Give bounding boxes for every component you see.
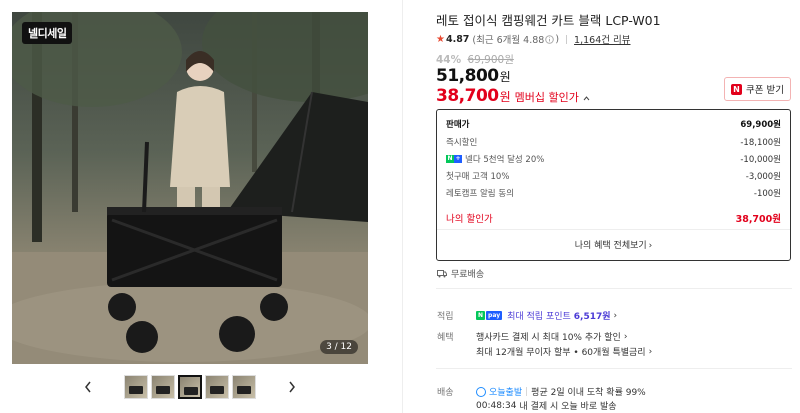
product-gallery: 넬디세일 3 / 12 — [12, 12, 368, 399]
breakdown-row: N + 넬다 5천억 달성 20% -10,000원 — [446, 153, 781, 165]
thumbnail-3[interactable] — [178, 375, 202, 399]
total-label: 나의 할인가 — [446, 214, 493, 225]
shipping-label: 무료배송 — [451, 270, 485, 280]
chevron-right-icon: › — [648, 241, 653, 251]
thumb-prev-button[interactable] — [80, 375, 96, 399]
separator — [566, 34, 568, 44]
breakdown-label: 첫구매 고객 10% — [446, 172, 510, 182]
price-breakdown-box: 판매가 69,900원 즉시할인 -18,100원 N + 넬다 5천억 달성 2… — [436, 109, 791, 261]
total-value: 38,700원 — [735, 214, 781, 225]
all-benefits-button[interactable]: 나의 혜택 전체보기 › — [437, 238, 790, 251]
shipping-row: 무료배송 — [437, 267, 484, 280]
original-price: 69,900원 — [467, 54, 514, 66]
rating-recent: (최근 6개월 4.88 — [472, 35, 545, 46]
column-divider — [402, 0, 403, 413]
caret-up-icon — [583, 96, 590, 101]
rating-value: 4.87 — [445, 33, 470, 45]
info-icon[interactable] — [545, 34, 555, 44]
delivery-info: 오늘출발 | 평균 2일 이내 도착 확률 99% — [476, 385, 646, 398]
sale-price-row: 51,800원 — [436, 66, 511, 86]
benefit-label: 혜택 — [437, 333, 454, 343]
breakdown-label: 넬다 5천억 달성 20% — [465, 155, 545, 165]
breakdown-row: 즉시할인 -18,100원 — [446, 136, 781, 148]
star-icon: ★ — [436, 33, 445, 45]
benefit-installment-link[interactable]: 최대 12개월 무이자 할부 • 60개월 특별금리 › — [476, 345, 653, 359]
points-label: 적립 — [437, 312, 454, 322]
coupon-button[interactable]: N 쿠폰 받기 — [724, 77, 791, 101]
member-price-label: 멤버십 할인가 — [514, 91, 579, 104]
photo-scene — [12, 12, 368, 364]
thumbnail-strip — [12, 372, 368, 402]
breakdown-label: 레토캠프 알림 동의 — [446, 189, 514, 199]
points-text: 최대 적립 포인트 — [507, 312, 571, 322]
chevron-right-icon: › — [648, 346, 653, 357]
rating-recent-close: ) — [555, 33, 560, 45]
delivery-label: 배송 — [437, 388, 454, 398]
chevron-right-icon: › — [613, 310, 618, 321]
rating-row: ★ 4.87 (최근 6개월 4.88 ) 1,164건 리뷰 — [436, 32, 630, 47]
review-count-link[interactable]: 1,164건 리뷰 — [574, 32, 630, 46]
coupon-button-label: 쿠폰 받기 — [746, 85, 784, 96]
chevron-right-icon — [289, 381, 295, 393]
thumb-next-button[interactable] — [284, 375, 300, 399]
benefit-card-link[interactable]: 행사카드 결제 시 최대 10% 추가 할인 › — [476, 330, 628, 344]
breakdown-value: -18,100원 — [740, 138, 781, 148]
sale-price-unit: 원 — [499, 70, 511, 84]
chevron-left-icon — [85, 381, 91, 393]
delivery-text: 평균 2일 이내 도착 확률 99% — [531, 388, 646, 398]
thumbnail-1[interactable] — [124, 375, 148, 399]
express-label: 오늘출발 — [489, 388, 523, 398]
breakdown-value: -100원 — [753, 189, 781, 199]
breakdown-row: 판매가 69,900원 — [446, 118, 781, 130]
discount-percent: 44% — [436, 54, 462, 66]
points-amount: 6,517원 — [573, 312, 611, 322]
all-benefits-label: 나의 혜택 전체보기 — [574, 241, 647, 251]
member-price: 38,700 — [436, 86, 499, 106]
section-divider — [436, 368, 792, 369]
countdown-text: 내 결제 시 오늘 바로 발송 — [519, 402, 617, 412]
breakdown-value: -3,000원 — [745, 172, 781, 182]
breakdown-value: 69,900원 — [740, 120, 781, 130]
breakdown-label: 판매가 — [446, 120, 470, 130]
separator: | — [525, 386, 529, 397]
thumbnail-2[interactable] — [151, 375, 175, 399]
benefit-line-1: 행사카드 결제 시 최대 10% 추가 할인 — [476, 333, 621, 343]
delivery-countdown: 00:48:34 내 결제 시 오늘 바로 발송 — [476, 399, 617, 413]
sale-price: 51,800 — [436, 66, 499, 86]
section-divider — [436, 288, 792, 289]
sale-badge: 넬디세일 — [22, 22, 73, 44]
naver-pay-icon: Npay — [476, 311, 503, 320]
breakdown-row: 레토캠프 알림 동의 -100원 — [446, 187, 781, 199]
countdown-time: 00:48:34 — [476, 400, 517, 411]
thumbnail-5[interactable] — [232, 375, 256, 399]
points-link[interactable]: Npay 최대 적립 포인트 6,517원 › — [476, 309, 617, 322]
benefit-line-2: 최대 12개월 무이자 할부 • 60개월 특별금리 — [476, 348, 646, 358]
truck-icon — [437, 269, 447, 277]
breakdown-label: 즉시할인 — [446, 138, 478, 148]
chevron-right-icon: › — [623, 331, 628, 342]
main-product-photo[interactable]: 넬디세일 3 / 12 — [12, 12, 368, 364]
thumbnail-4[interactable] — [205, 375, 229, 399]
original-price-row: 44% 69,900원 — [436, 52, 514, 67]
express-clock-icon — [476, 386, 486, 397]
member-price-toggle[interactable]: 38,700 원 멤버십 할인가 — [436, 86, 590, 106]
breakdown-divider — [437, 229, 790, 230]
naver-plus-icon: N + — [446, 155, 462, 163]
naver-n-icon: N — [731, 83, 742, 95]
breakdown-value: -10,000원 — [740, 155, 781, 165]
product-title: 레토 접이식 캠핑웨건 카트 블랙 LCP-W01 — [436, 13, 661, 28]
member-price-unit: 원 — [499, 90, 511, 104]
breakdown-row: 첫구매 고객 10% -3,000원 — [446, 170, 781, 182]
breakdown-total-row: 나의 할인가 38,700원 — [446, 211, 781, 225]
photo-counter: 3 / 12 — [320, 340, 358, 354]
